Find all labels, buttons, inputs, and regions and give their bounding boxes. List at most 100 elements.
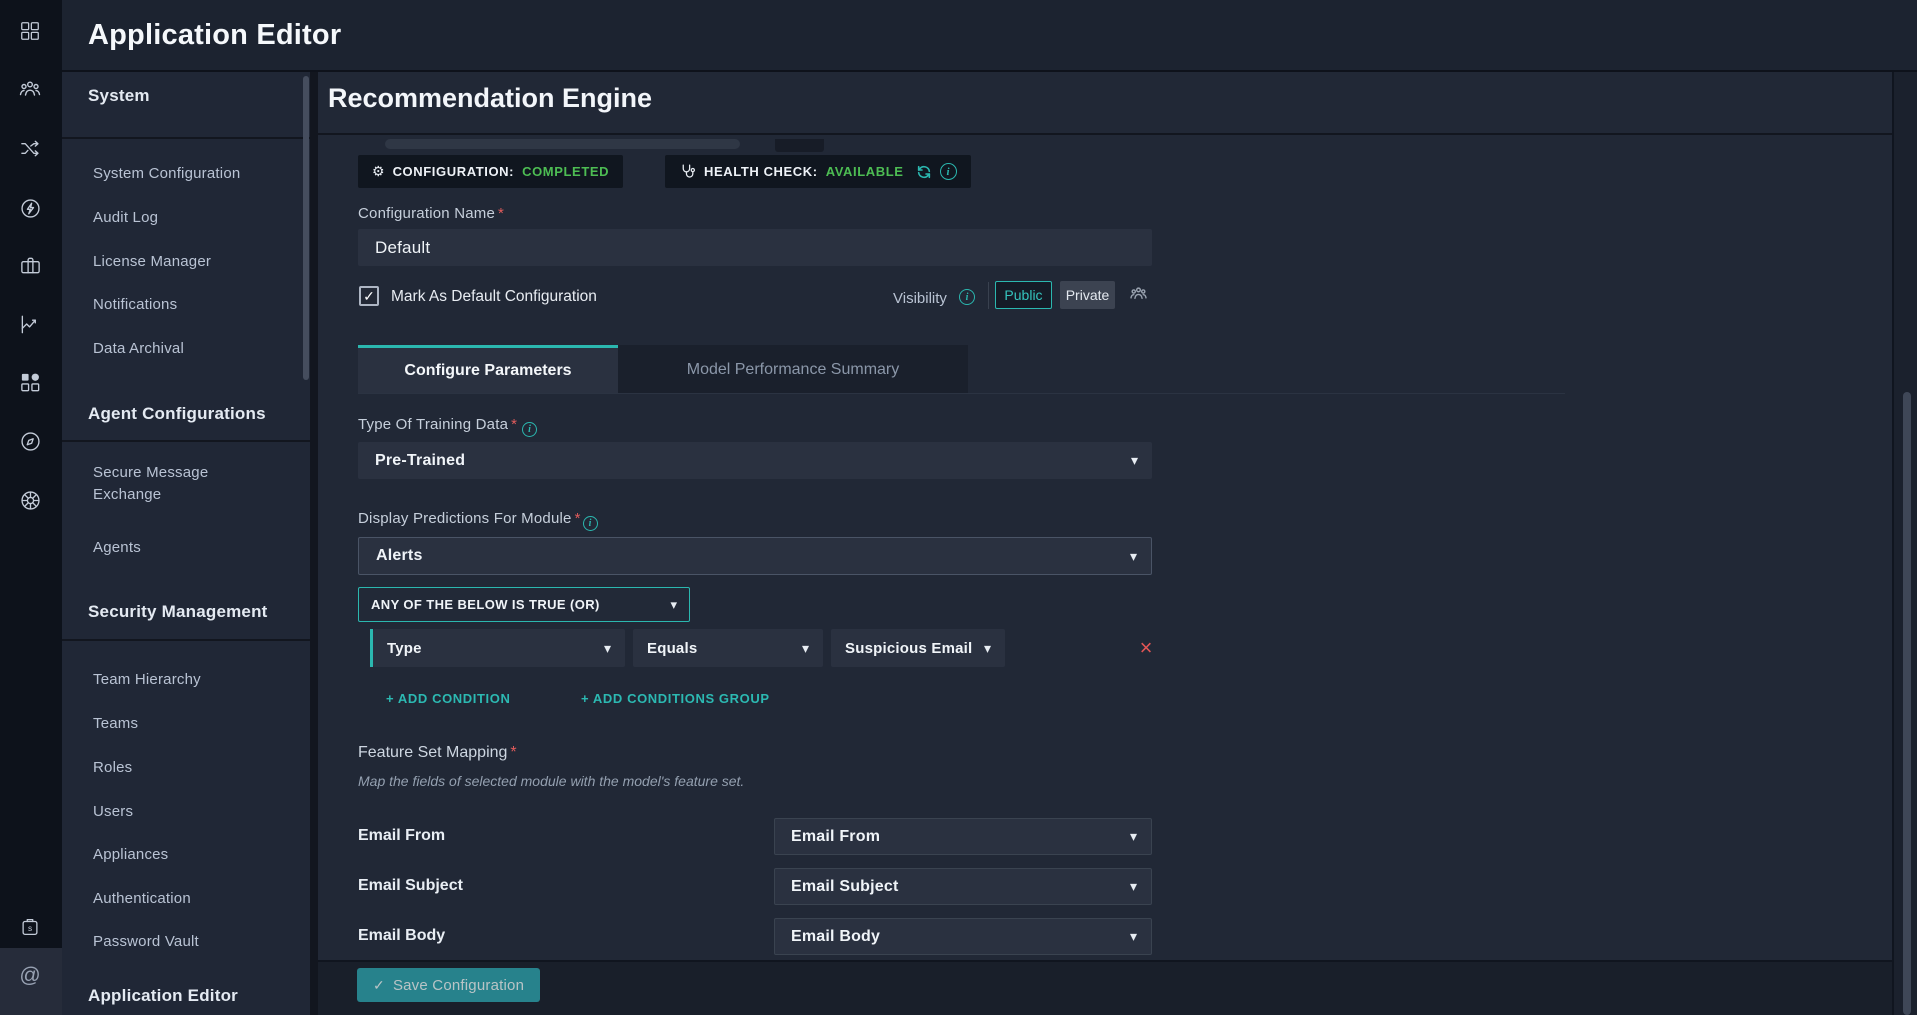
required-asterisk: * bbox=[498, 205, 504, 222]
app-title: Application Editor bbox=[88, 19, 341, 52]
chevron-down-icon: ▾ bbox=[670, 597, 677, 613]
gear-icon: ⚙ bbox=[372, 163, 385, 180]
sidebar-section-security-management[interactable]: Security Management bbox=[88, 602, 268, 622]
tab-configure-parameters[interactable]: Configure Parameters bbox=[358, 345, 618, 394]
module-dropdown[interactable]: Alerts ▾ bbox=[358, 537, 1152, 575]
sidebar-item-teams[interactable]: Teams bbox=[93, 713, 138, 735]
required-asterisk: * bbox=[510, 744, 516, 761]
chevron-down-icon: ▾ bbox=[1131, 452, 1138, 469]
sidebar-section-agent-configurations[interactable]: Agent Configurations bbox=[88, 404, 266, 424]
tab-model-performance-summary[interactable]: Model Performance Summary bbox=[618, 345, 968, 394]
title-divider bbox=[318, 133, 1892, 135]
required-asterisk: * bbox=[575, 510, 581, 527]
stethoscope-icon bbox=[679, 163, 696, 180]
clipped-button-top bbox=[775, 139, 824, 152]
mapping-value: Email From bbox=[791, 828, 880, 846]
right-gutter-divider bbox=[1892, 72, 1894, 1015]
mapping-label-email-body: Email Body bbox=[358, 927, 445, 945]
mention-icon[interactable]: @ bbox=[17, 963, 43, 989]
sidebar-item-secure-message-exchange[interactable]: Secure Message Exchange bbox=[93, 462, 258, 506]
dashboard-icon[interactable] bbox=[17, 18, 43, 44]
mark-default-checkbox[interactable]: ✓ bbox=[359, 286, 379, 306]
visibility-info-icon[interactable]: i bbox=[959, 289, 975, 305]
sidebar-item-data-archival[interactable]: Data Archival bbox=[93, 338, 184, 360]
refresh-icon[interactable] bbox=[916, 164, 932, 180]
chevron-down-icon: ▾ bbox=[1130, 878, 1137, 895]
sidebar: System System Configuration Audit Log Li… bbox=[62, 72, 310, 1015]
condition-field-dropdown[interactable]: Type ▾ bbox=[373, 629, 625, 667]
check-icon: ✓ bbox=[373, 977, 385, 994]
bolt-circle-icon[interactable] bbox=[17, 195, 43, 221]
mapping-dropdown-email-from[interactable]: Email From ▾ bbox=[774, 818, 1152, 855]
tab-underline bbox=[358, 393, 1565, 394]
remove-condition-icon[interactable]: × bbox=[1134, 631, 1158, 665]
training-data-value: Pre-Trained bbox=[375, 452, 465, 470]
sidebar-item-system-configuration[interactable]: System Configuration bbox=[93, 163, 240, 185]
chevron-down-icon: ▾ bbox=[1130, 928, 1137, 945]
mapping-label-email-subject: Email Subject bbox=[358, 877, 463, 895]
feature-set-mapping-title: Feature Set Mapping* bbox=[358, 744, 517, 762]
mapping-value: Email Subject bbox=[791, 878, 899, 896]
chevron-down-icon: ▾ bbox=[1130, 548, 1137, 565]
save-configuration-label: Save Configuration bbox=[393, 977, 524, 994]
widgets-icon[interactable] bbox=[17, 369, 43, 395]
mapping-dropdown-email-subject[interactable]: Email Subject ▾ bbox=[774, 868, 1152, 905]
users-group-icon[interactable] bbox=[17, 76, 43, 102]
sidebar-item-notifications[interactable]: Notifications bbox=[93, 294, 177, 316]
feature-set-mapping-subtitle: Map the fields of selected module with t… bbox=[358, 773, 744, 789]
shuffle-icon[interactable] bbox=[17, 135, 43, 161]
training-data-info-icon[interactable]: i bbox=[522, 422, 537, 437]
sidebar-section-system[interactable]: System bbox=[88, 86, 150, 106]
condition-group-operator-dropdown[interactable]: ANY OF THE BELOW IS TRUE (OR) ▾ bbox=[358, 587, 690, 622]
required-asterisk: * bbox=[511, 416, 517, 433]
condition-value-dropdown[interactable]: Suspicious Email ▾ bbox=[831, 629, 1005, 667]
visibility-label: Visibility bbox=[893, 290, 947, 307]
sidebar-item-users[interactable]: Users bbox=[93, 801, 133, 823]
sidebar-content-divider bbox=[310, 72, 318, 1015]
condition-operator-value: Equals bbox=[647, 640, 697, 657]
sidebar-item-agents[interactable]: Agents bbox=[93, 537, 141, 559]
condition-value-value: Suspicious Email bbox=[845, 640, 972, 657]
condition-field-value: Type bbox=[387, 640, 422, 657]
condition-operator-dropdown[interactable]: Equals ▾ bbox=[633, 629, 823, 667]
sidebar-section-application-editor[interactable]: Application Editor bbox=[88, 986, 238, 1006]
add-conditions-group-button[interactable]: + ADD CONDITIONS GROUP bbox=[581, 691, 770, 706]
health-info-icon[interactable]: i bbox=[940, 163, 957, 180]
vault-icon[interactable]: s bbox=[17, 914, 43, 940]
sidebar-item-license-manager[interactable]: License Manager bbox=[93, 251, 211, 273]
application-editor-screen: s @ Application Editor System System Con… bbox=[0, 0, 1917, 1015]
sidebar-item-appliances[interactable]: Appliances bbox=[93, 844, 168, 866]
mapping-value: Email Body bbox=[791, 928, 880, 946]
visibility-private-button[interactable]: Private bbox=[1060, 281, 1115, 309]
health-check-badge: HEALTH CHECK: AVAILABLE i bbox=[665, 155, 971, 188]
sidebar-item-team-hierarchy[interactable]: Team Hierarchy bbox=[93, 669, 201, 691]
page-scrollbar-thumb[interactable] bbox=[1903, 392, 1911, 1015]
compass-icon[interactable] bbox=[17, 428, 43, 454]
sidebar-item-password-vault[interactable]: Password Vault bbox=[93, 931, 199, 953]
mapping-dropdown-email-body[interactable]: Email Body ▾ bbox=[774, 918, 1152, 955]
sidebar-scrollbar-thumb[interactable] bbox=[303, 76, 309, 380]
sidebar-divider bbox=[62, 440, 310, 442]
sidebar-item-authentication[interactable]: Authentication bbox=[93, 888, 191, 910]
add-condition-button[interactable]: + ADD CONDITION bbox=[386, 691, 510, 706]
chevron-down-icon: ▾ bbox=[802, 640, 809, 657]
chart-line-icon[interactable] bbox=[17, 311, 43, 337]
visibility-public-button[interactable]: Public bbox=[995, 281, 1052, 309]
training-data-dropdown[interactable]: Pre-Trained ▾ bbox=[358, 442, 1152, 479]
app-header: Application Editor bbox=[62, 0, 1917, 72]
health-check-label: HEALTH CHECK: bbox=[704, 164, 818, 179]
configuration-status-badge: ⚙ CONFIGURATION: COMPLETED bbox=[358, 155, 623, 188]
health-check-value: AVAILABLE bbox=[826, 164, 904, 179]
sidebar-divider bbox=[62, 137, 310, 139]
globe-wheel-icon[interactable] bbox=[17, 487, 43, 513]
configuration-status-value: COMPLETED bbox=[522, 164, 609, 179]
configuration-name-value: Default bbox=[375, 238, 430, 258]
sidebar-item-audit-log[interactable]: Audit Log bbox=[93, 207, 158, 229]
configuration-name-input[interactable]: Default bbox=[358, 229, 1152, 266]
module-info-icon[interactable]: i bbox=[583, 516, 598, 531]
briefcase-icon[interactable] bbox=[17, 252, 43, 278]
sidebar-item-roles[interactable]: Roles bbox=[93, 757, 132, 779]
save-configuration-button[interactable]: ✓ Save Configuration bbox=[357, 968, 540, 1002]
visibility-separator bbox=[988, 282, 989, 309]
condition-group-operator-value: ANY OF THE BELOW IS TRUE (OR) bbox=[371, 597, 600, 612]
